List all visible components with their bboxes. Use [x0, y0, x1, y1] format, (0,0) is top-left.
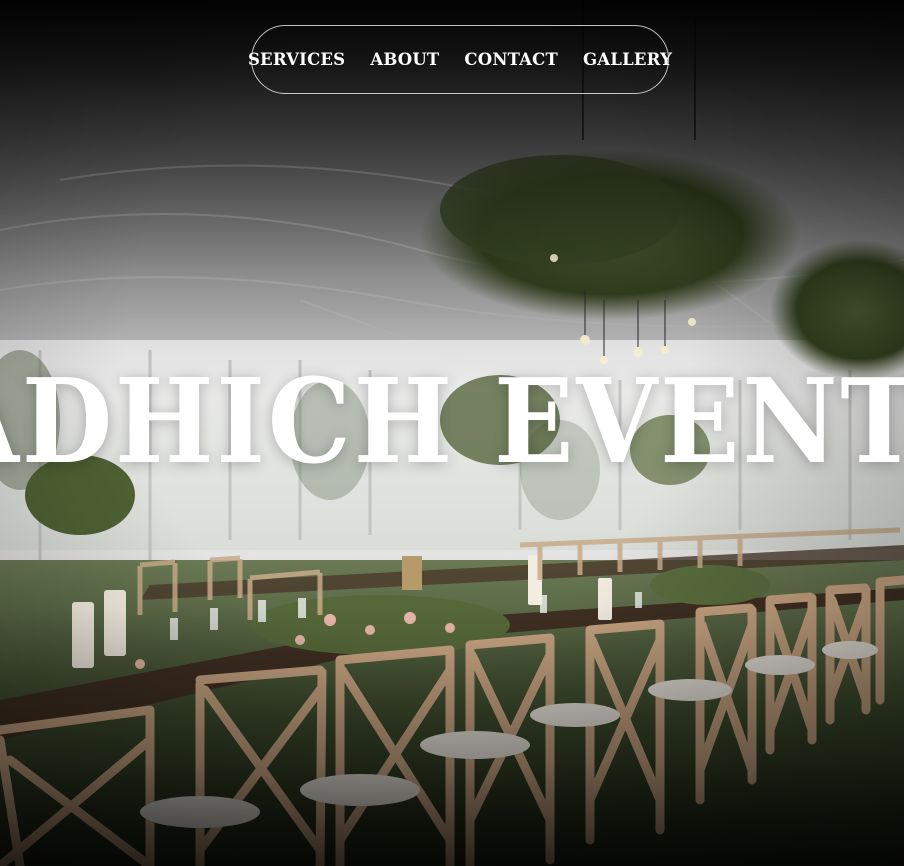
- main-navigation: SERVICES ABOUT CONTACT GALLERY: [248, 25, 672, 94]
- nav-link-about[interactable]: ABOUT: [370, 50, 439, 69]
- hero-title: ADHICH EVENT: [0, 354, 904, 490]
- hero-section: SERVICES ABOUT CONTACT GALLERY ADHICH EV…: [0, 0, 904, 866]
- nav-link-services[interactable]: SERVICES: [248, 50, 345, 69]
- nav-link-contact[interactable]: CONTACT: [464, 50, 558, 69]
- nav-link-gallery[interactable]: GALLERY: [583, 50, 672, 69]
